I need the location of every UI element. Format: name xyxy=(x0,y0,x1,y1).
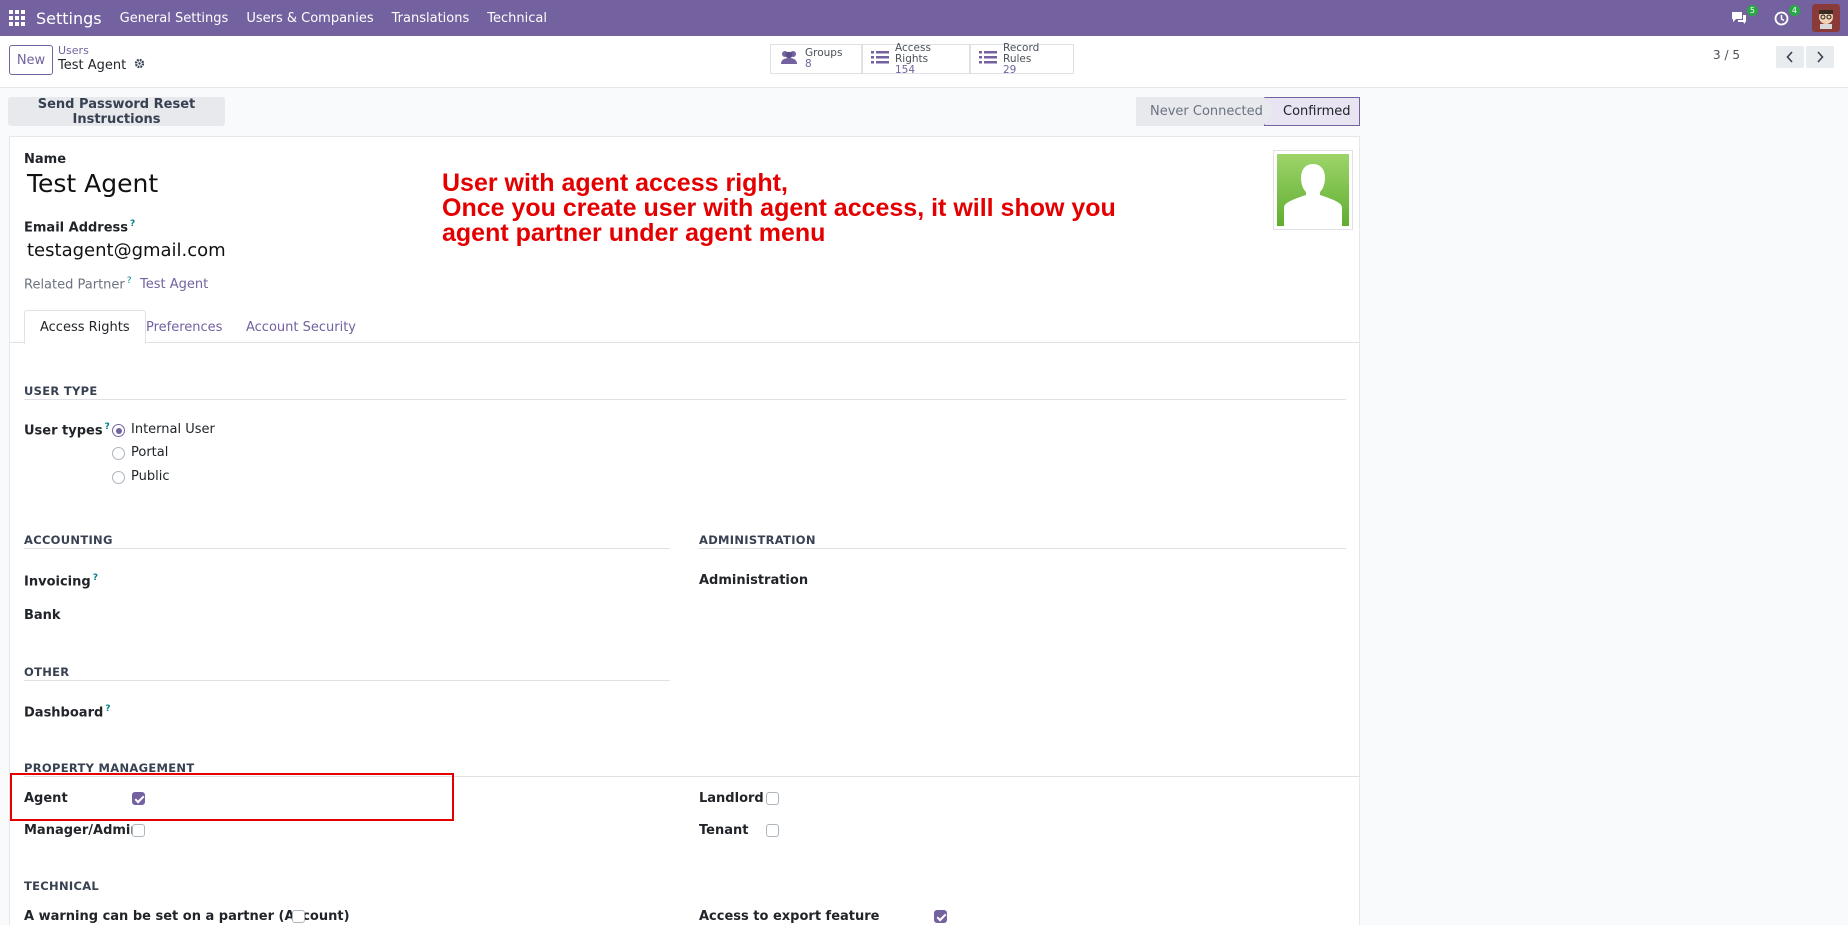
radio-internal-user-label: Internal User xyxy=(131,422,215,437)
user-photo[interactable] xyxy=(1273,150,1353,230)
export-feature-checkbox[interactable] xyxy=(934,910,947,923)
record-rules-label: Record Rules xyxy=(1003,41,1040,65)
breadcrumb-users[interactable]: Users xyxy=(58,44,89,57)
new-button[interactable]: New xyxy=(9,45,53,75)
chevron-left-icon xyxy=(1786,51,1793,63)
section-other: OTHER xyxy=(24,665,70,679)
radio-internal-user[interactable] xyxy=(112,424,125,437)
partner-warning-checkbox[interactable] xyxy=(292,910,305,923)
chevron-right-icon xyxy=(1817,51,1824,63)
section-administration: ADMINISTRATION xyxy=(699,533,816,547)
email-label: Email Address? xyxy=(24,219,135,235)
messages-icon[interactable]: 5 xyxy=(1728,5,1758,28)
pager-previous-button[interactable] xyxy=(1776,46,1804,68)
annotation-line-2: Once you create user with agent access, … xyxy=(442,194,1116,222)
control-panel: New Users Test Agent Groups 8 Access Rig… xyxy=(0,36,1848,88)
status-never-connected[interactable]: Never Connected xyxy=(1136,97,1264,126)
manager-admin-label: Manager/Admin xyxy=(24,823,140,838)
groups-count: 8 xyxy=(805,58,812,70)
section-technical: TECHNICAL xyxy=(24,879,100,893)
help-icon[interactable]: ? xyxy=(93,573,98,583)
help-icon[interactable]: ? xyxy=(130,219,135,229)
menu-users-companies[interactable]: Users & Companies xyxy=(246,11,373,26)
avatar-placeholder-icon xyxy=(1277,154,1349,226)
email-label-text: Email Address xyxy=(24,220,129,236)
record-title: Test Agent xyxy=(58,58,127,73)
record-rules-stat-button[interactable]: Record Rules 29 xyxy=(970,41,1074,76)
help-icon[interactable]: ? xyxy=(105,422,110,432)
annotation-line-3: agent partner under agent menu xyxy=(442,219,826,247)
status-separator-arrow xyxy=(1264,97,1274,125)
dashboard-label: Dashboard? xyxy=(24,704,111,720)
access-rights-label: Access Rights xyxy=(895,41,931,65)
related-partner-label-text: Related Partner xyxy=(24,277,125,293)
activities-icon[interactable]: 4 xyxy=(1770,5,1800,28)
divider xyxy=(699,548,1346,549)
gear-icon[interactable] xyxy=(134,58,145,73)
email-field[interactable]: testagent@gmail.com xyxy=(27,240,226,261)
apps-menu-icon[interactable] xyxy=(0,0,34,36)
tab-preferences[interactable]: Preferences xyxy=(131,310,237,344)
list-icon xyxy=(871,50,889,69)
breadcrumb-current: Test Agent xyxy=(58,58,145,73)
dashboard-label-text: Dashboard xyxy=(24,705,104,721)
radio-portal[interactable] xyxy=(112,447,125,460)
access-rights-stat-button[interactable]: Access Rights 154 xyxy=(862,41,970,76)
menu-technical[interactable]: Technical xyxy=(487,11,547,26)
pager-value[interactable]: 3 / 5 xyxy=(1713,48,1740,62)
invoicing-label: Invoicing? xyxy=(24,573,98,589)
menu-general-settings[interactable]: General Settings xyxy=(120,11,229,26)
record-rules-count: 29 xyxy=(1003,63,1017,76)
tab-access-rights[interactable]: Access Rights xyxy=(24,310,146,344)
annotation-highlight-box xyxy=(10,773,454,821)
send-password-reset-button[interactable]: Send Password Reset Instructions xyxy=(8,97,225,127)
users-icon xyxy=(779,49,799,69)
section-accounting: ACCOUNTING xyxy=(24,533,113,547)
tenant-checkbox[interactable] xyxy=(766,824,779,837)
radio-public-label: Public xyxy=(131,469,170,484)
top-navbar: Settings General Settings Users & Compan… xyxy=(0,0,1848,36)
activities-badge: 4 xyxy=(1788,5,1800,16)
administration-label: Administration xyxy=(699,573,809,588)
help-icon[interactable]: ? xyxy=(105,704,110,714)
user-types-label-text: User types xyxy=(24,423,103,439)
pager-next-button[interactable] xyxy=(1806,46,1834,68)
divider xyxy=(24,680,670,681)
annotation-line-1: User with agent access right, xyxy=(442,169,788,197)
groups-stat-button[interactable]: Groups 8 xyxy=(770,44,862,74)
landlord-label: Landlord xyxy=(699,791,764,806)
access-rights-count: 154 xyxy=(895,63,916,76)
user-types-label: User types? xyxy=(24,422,110,438)
user-avatar[interactable] xyxy=(1812,4,1840,32)
tab-account-security[interactable]: Account Security xyxy=(231,310,371,344)
name-label: Name xyxy=(24,152,67,167)
radio-public[interactable] xyxy=(112,471,125,484)
name-field[interactable]: Test Agent xyxy=(27,169,158,198)
app-name[interactable]: Settings xyxy=(36,9,102,28)
invoicing-label-text: Invoicing xyxy=(24,574,91,590)
list-icon xyxy=(979,50,997,69)
menu-translations[interactable]: Translations xyxy=(392,11,470,26)
related-partner-label: Related Partner? xyxy=(24,276,132,292)
status-confirmed[interactable]: Confirmed xyxy=(1264,97,1360,126)
tenant-label: Tenant xyxy=(699,823,749,838)
section-user-type: USER TYPE xyxy=(24,384,98,398)
export-feature-label: Access to export feature xyxy=(699,909,880,924)
bank-label: Bank xyxy=(24,608,61,623)
radio-portal-label: Portal xyxy=(131,445,169,460)
help-icon[interactable]: ? xyxy=(127,276,132,286)
manager-admin-checkbox[interactable] xyxy=(132,824,145,837)
divider xyxy=(24,548,670,549)
landlord-checkbox[interactable] xyxy=(766,792,779,805)
notebook-tabs: Access Rights Preferences Account Securi… xyxy=(10,310,1359,344)
messages-badge: 5 xyxy=(1746,5,1758,16)
divider xyxy=(24,399,1346,400)
related-partner-link[interactable]: Test Agent xyxy=(140,277,208,292)
